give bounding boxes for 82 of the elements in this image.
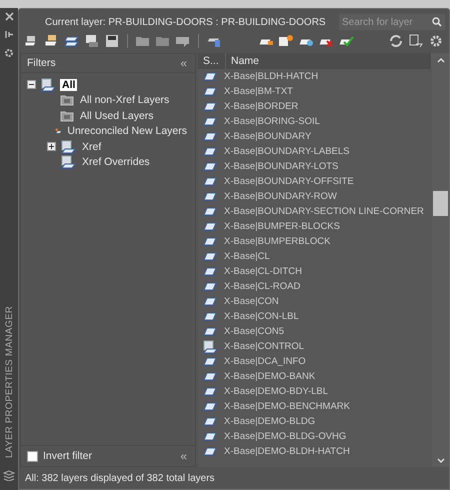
column-header[interactable]: S...	[198, 53, 226, 69]
filter-tree-item[interactable]: All non-Xref Layers	[78, 94, 172, 106]
layer-name[interactable]: X-Base|BOUNDARY-OFFSITE	[222, 176, 354, 187]
layer-icon	[203, 312, 217, 321]
layer-name[interactable]: X-Base|CL-DITCH	[222, 266, 302, 277]
layer-icon	[203, 282, 217, 291]
save-icon[interactable]	[103, 33, 121, 49]
layer-name[interactable]: X-Base|DEMO-BLDG-OVHG	[222, 431, 346, 442]
layer-icon	[203, 297, 217, 306]
scroll-up-icon[interactable]	[436, 58, 444, 62]
checkbox-label: Invert filter	[43, 450, 92, 462]
layer-name[interactable]: X-Base|BUMPERBLOCK	[222, 236, 330, 247]
scrollbar-thumb[interactable]	[433, 191, 448, 216]
current-layer-label: Current layer: PR-BUILDING-DOORS : PR-BUILDING-DOORS	[45, 16, 327, 28]
collapse-button[interactable]: «	[178, 449, 189, 463]
layer-name[interactable]: X-Base|DEMO-BANK	[222, 371, 316, 382]
layer-name[interactable]: X-Base|BM-TXT	[222, 86, 293, 97]
refresh-icon[interactable]	[387, 33, 405, 49]
scrollbar[interactable]	[432, 53, 449, 467]
layer-name[interactable]: X-Base|DEMO-BDY-LBL	[222, 386, 328, 397]
filter-tree-item[interactable]: All	[60, 78, 78, 91]
layer-icon	[203, 372, 217, 381]
layer-icon	[203, 327, 217, 336]
xref-icon	[60, 140, 76, 154]
layer-icon	[203, 237, 217, 246]
layer-name[interactable]: X-Base|CL	[222, 251, 270, 262]
layer-name[interactable]: X-Base|BORING-SOIL	[222, 116, 320, 127]
layer-icon	[203, 402, 217, 411]
layer-icon	[203, 447, 217, 456]
layer-filter-icon	[40, 78, 56, 92]
collapse-button[interactable]: «	[178, 56, 189, 70]
xref-layer-icon	[202, 340, 218, 354]
filter-tree-item[interactable]: Xref	[80, 140, 104, 153]
layer-icon	[203, 192, 217, 201]
search-field[interactable]: Search for layer	[339, 14, 445, 30]
filter-tree-item[interactable]: Xref Overrides	[80, 156, 152, 168]
checkbox[interactable]	[27, 450, 38, 462]
layer-icon	[203, 222, 217, 231]
layer-icon	[203, 147, 217, 156]
layer-name[interactable]: X-Base|DEMO-BLDH-HATCH	[222, 446, 350, 457]
search-icon[interactable]	[432, 17, 442, 27]
layer-name[interactable]: X-Base|DEMO-BLDG	[222, 416, 316, 427]
layer-name[interactable]: X-Base|BOUNDARY-ROW	[222, 191, 337, 202]
layer-icon	[203, 357, 217, 366]
layer-name[interactable]: X-Base|BOUNDARY	[222, 131, 312, 142]
layer-icon	[203, 87, 217, 96]
layer-icon	[203, 162, 217, 171]
filter-tree-item[interactable]: All Used Layers	[78, 110, 156, 122]
palette-title: LAYER PROPERTIES MANAGER	[4, 306, 14, 458]
layer-name[interactable]: X-Base|BUMPER-BLOCKS	[222, 221, 340, 232]
layer-icon	[203, 252, 217, 261]
layer-name[interactable]: X-Base|BOUNDARY-LOTS	[222, 161, 338, 172]
collapse-toggle[interactable]	[27, 80, 36, 90]
layer-icon	[203, 117, 217, 126]
new-layer-icon[interactable]	[277, 33, 295, 49]
filter-tree-item[interactable]: Unreconciled New Layers	[65, 125, 189, 138]
layer-name[interactable]: X-Base|BOUNDARY-SECTION LINE-CORNER	[222, 206, 424, 217]
layer-icon	[203, 207, 217, 216]
layer-name[interactable]: X-Base|CON-LBL	[222, 311, 299, 322]
layer-icon	[203, 132, 217, 141]
layer-name[interactable]: X-Base|BOUNDARY-LABELS	[222, 146, 350, 157]
layer-name[interactable]: X-Base|CONTROL	[222, 341, 304, 352]
layer-name[interactable]: X-Base|CL-ROAD	[222, 281, 300, 292]
layer-name[interactable]: X-Base|BLDH-HATCH	[222, 71, 318, 82]
scroll-down-icon[interactable]	[436, 458, 444, 462]
layer-icon	[203, 102, 217, 111]
xref-icon	[60, 155, 76, 170]
layer-icon	[203, 267, 217, 276]
layer-icon	[203, 387, 217, 396]
layer-icon	[203, 417, 217, 426]
layer-icon	[203, 72, 217, 81]
layers-icon[interactable]	[3, 470, 15, 484]
status-text: All: 382 layers displayed of 382 total layers	[24, 472, 215, 486]
layer-name[interactable]: X-Base|CON5	[222, 326, 284, 337]
layer-name[interactable]: X-Base|DCA_INFO	[222, 356, 306, 367]
expand-toggle[interactable]	[47, 142, 56, 152]
layer-icon	[203, 432, 217, 441]
layer-name[interactable]: X-Base|BORDER	[222, 101, 298, 112]
layer-icon	[203, 177, 217, 186]
layer-name[interactable]: X-Base|CON	[222, 296, 279, 307]
panel-title: Filters	[27, 57, 56, 69]
layer-name[interactable]: X-Base|DEMO-BENCHMARK	[222, 401, 350, 412]
